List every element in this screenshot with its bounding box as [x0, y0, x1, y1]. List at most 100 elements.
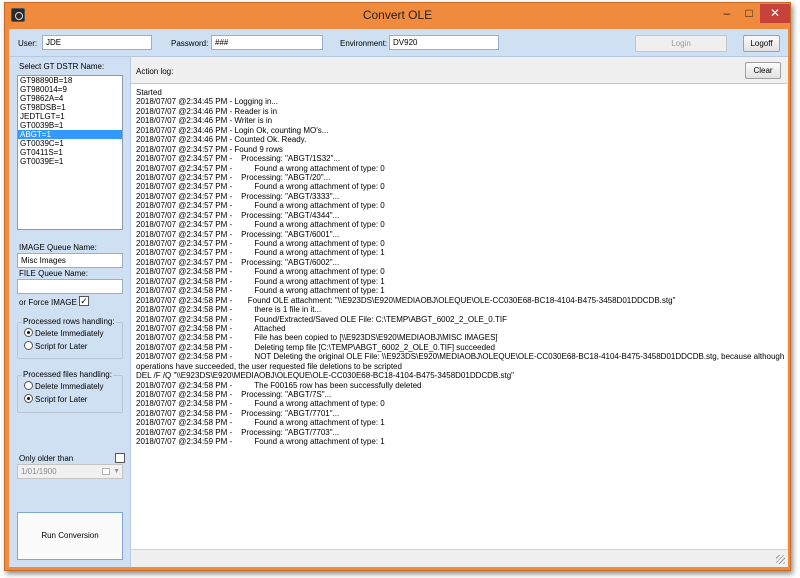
log-line: 2018/07/07 @2:34:58 PM - Found a wrong a…: [136, 276, 385, 286]
list-item[interactable]: GT0039C=1: [18, 139, 122, 148]
rows-script-label: Script for Later: [35, 342, 88, 351]
resize-grip-icon[interactable]: [776, 555, 785, 564]
log-line: 2018/07/07 @2:34:46 PM - Reader is in: [136, 106, 278, 116]
log-line: 2018/07/07 @2:34:58 PM - NOT Deleting th…: [136, 352, 787, 362]
file-queue-label: FILE Queue Name:: [19, 269, 88, 278]
options-panel: Select GT DSTR Name: GT98890B=18 GT980014…: [9, 57, 131, 567]
login-button[interactable]: Login: [635, 35, 727, 52]
dstr-listbox[interactable]: GT98890B=18 GT980014=9 GT9862A=4 GT98DSB=1 J…: [17, 75, 123, 230]
run-conversion-button[interactable]: Run Conversion: [17, 512, 123, 560]
log-line: 2018/07/07 @2:34:46 PM - Writer is in: [136, 116, 273, 126]
list-item[interactable]: GT98890B=18: [18, 76, 122, 85]
password-label: Password:: [171, 39, 209, 48]
radio-icon[interactable]: [24, 341, 33, 351]
log-line: 2018/07/07 @2:34:57 PM - Processing: "AB…: [136, 257, 340, 267]
log-line: 2018/07/07 @2:34:57 PM - Processing: "AB…: [136, 154, 341, 164]
log-line: 2018/07/07 @2:34:57 PM - Found a wrong a…: [136, 248, 385, 258]
rows-handling-group: Processed rows handling: Delete Immediat…: [17, 317, 123, 359]
list-item[interactable]: GT9862A=4: [18, 94, 122, 103]
log-line: 2018/07/07 @2:34:58 PM - The F00165 row …: [136, 380, 422, 390]
calendar-icon: [102, 468, 110, 475]
log-line: 2018/07/07 @2:34:57 PM - Found a wrong a…: [136, 239, 385, 248]
log-line: 2018/07/07 @2:34:57 PM - Processing: "AB…: [136, 229, 340, 239]
files-script-label: Script for Later: [35, 395, 88, 404]
log-line: 2018/07/07 @2:34:46 PM - Counted Ok. Rea…: [136, 135, 307, 145]
log-line: 2018/07/07 @2:34:57 PM - Processing: "AB…: [136, 191, 340, 201]
list-item[interactable]: GT0039E=1: [18, 157, 122, 166]
log-line: 2018/07/07 @2:34:58 PM - File has been c…: [136, 333, 498, 343]
image-queue-label: IMAGE Queue Name:: [19, 243, 97, 252]
environment-label: Environment:: [340, 39, 388, 48]
user-input[interactable]: JDE: [42, 35, 152, 50]
window-title: Convert OLE: [362, 8, 433, 22]
log-line: 2018/07/07 @2:34:57 PM - Processing: "AB…: [136, 210, 340, 220]
rows-handling-title: Processed rows handling:: [22, 317, 116, 326]
list-item[interactable]: ABGT=1: [18, 130, 122, 139]
list-item[interactable]: GT0039B=1: [18, 121, 122, 130]
app-icon[interactable]: [11, 8, 25, 22]
title-bar[interactable]: Convert OLE – □ ✕: [5, 3, 790, 29]
action-log-panel: Action log: Clear Started 2018/07/07 @2:3…: [131, 57, 788, 567]
log-line: 2018/07/07 @2:34:59 PM - Found a wrong a…: [136, 437, 385, 447]
list-item[interactable]: GT0411S=1: [18, 148, 122, 157]
action-log-textarea[interactable]: Started 2018/07/07 @2:34:45 PM - Logging …: [131, 83, 787, 549]
chevron-down-icon: ▼: [113, 468, 120, 475]
login-bar: User: JDE Password: ### Environment: DV9…: [9, 29, 788, 57]
app-window: Convert OLE – □ ✕ User: JDE Password: ##…: [4, 2, 791, 571]
log-line: 2018/07/07 @2:34:58 PM - Found a wrong a…: [136, 286, 385, 296]
log-line: 2018/07/07 @2:34:58 PM - Processing: "AB…: [136, 427, 340, 437]
maximize-button[interactable]: □: [738, 4, 760, 23]
files-script-option[interactable]: Script for Later: [24, 394, 88, 404]
log-line: 2018/07/07 @2:34:58 PM - Processing: "AB…: [136, 408, 340, 418]
environment-input[interactable]: DV920: [389, 35, 499, 50]
clear-log-button[interactable]: Clear: [745, 62, 781, 79]
files-handling-title: Processed files handling:: [22, 370, 113, 379]
radio-icon[interactable]: [24, 328, 33, 338]
log-line: 2018/07/07 @2:34:58 PM - Found a wrong a…: [136, 399, 385, 409]
minimize-button[interactable]: –: [716, 4, 738, 23]
log-line: operations have succeeded, the user requ…: [136, 361, 402, 371]
log-line: 2018/07/07 @2:34:57 PM - Found a wrong a…: [136, 201, 385, 211]
list-item[interactable]: JEDTLGT=1: [18, 112, 122, 121]
older-than-checkbox[interactable]: [115, 453, 125, 463]
log-line: 2018/07/07 @2:34:58 PM - there is 1 file…: [136, 305, 322, 315]
force-image-label: or Force IMAGE: [19, 298, 77, 307]
log-line: 2018/07/07 @2:34:57 PM - Found a wrong a…: [136, 163, 385, 173]
log-line: 2018/07/07 @2:34:57 PM - Processing: "AB…: [136, 172, 331, 182]
radio-icon[interactable]: [24, 381, 33, 391]
status-bar: [131, 549, 788, 567]
action-log-label: Action log:: [136, 67, 174, 76]
log-line: 2018/07/07 @2:34:58 PM - Found a wrong a…: [136, 418, 385, 428]
log-line: 2018/07/07 @2:34:58 PM - Found a wrong a…: [136, 267, 385, 277]
files-handling-group: Processed files handling: Delete Immedia…: [17, 370, 123, 413]
list-item[interactable]: GT980014=9: [18, 85, 122, 94]
radio-icon[interactable]: [24, 394, 33, 404]
log-line: 2018/07/07 @2:34:57 PM - Found a wrong a…: [136, 220, 385, 230]
older-than-label: Only older than: [19, 454, 74, 463]
files-delete-option[interactable]: Delete Immediately: [24, 381, 103, 391]
log-line: 2018/07/07 @2:34:46 PM - Login Ok, count…: [136, 125, 329, 135]
log-line: 2018/07/07 @2:34:57 PM - Found 9 rows: [136, 144, 283, 154]
log-line: 2018/07/07 @2:34:57 PM - Found a wrong a…: [136, 182, 385, 192]
older-than-date-picker[interactable]: 1/01/1900 ▼: [17, 464, 123, 479]
client-area: User: JDE Password: ### Environment: DV9…: [9, 29, 788, 567]
list-item[interactable]: GT98DSB=1: [18, 103, 122, 112]
logoff-button[interactable]: Logoff: [743, 35, 780, 52]
user-label: User:: [18, 39, 38, 48]
log-line: 2018/07/07 @2:34:58 PM - Attached: [136, 323, 286, 333]
image-queue-input[interactable]: Misc Images: [17, 253, 123, 268]
password-input[interactable]: ###: [211, 35, 323, 50]
older-than-date-value: 1/01/1900: [21, 467, 57, 476]
log-line: 2018/07/07 @2:34:58 PM - Found OLE attac…: [136, 295, 676, 305]
rows-script-option[interactable]: Script for Later: [24, 341, 88, 351]
log-line: 2018/07/07 @2:34:58 PM - Deleting temp f…: [136, 342, 495, 352]
close-button[interactable]: ✕: [760, 4, 790, 23]
log-line: DEL /F /Q "\\E923DS\E920\MEDIAOBJ\OLEQUE…: [136, 371, 514, 381]
force-image-checkbox[interactable]: ✓: [79, 296, 89, 306]
dstr-list-label: Select GT DSTR Name:: [19, 62, 105, 71]
rows-delete-label: Delete Immediately: [35, 329, 104, 338]
log-line: 2018/07/07 @2:34:45 PM - Logging in...: [136, 97, 278, 107]
log-line: 2018/07/07 @2:34:58 PM - Processing: "AB…: [136, 390, 332, 399]
file-queue-input[interactable]: [17, 279, 123, 294]
rows-delete-option[interactable]: Delete Immediately: [24, 328, 104, 338]
